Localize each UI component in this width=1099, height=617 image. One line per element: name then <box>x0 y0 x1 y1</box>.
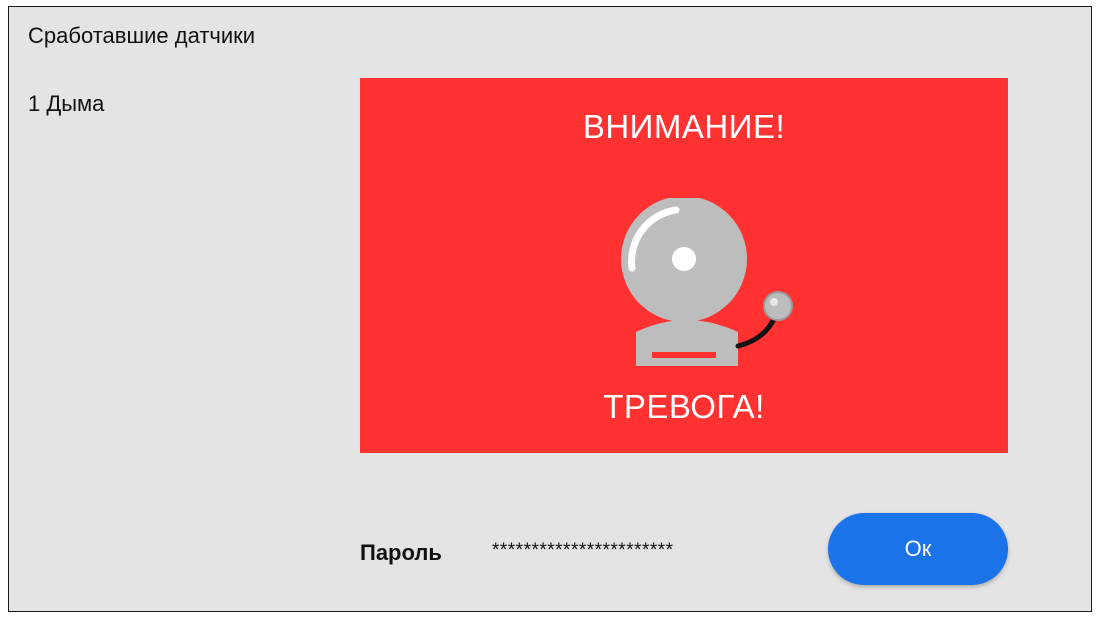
dialog-title: Сработавшие датчики <box>28 23 256 48</box>
ok-button[interactable]: Ок <box>828 513 1008 585</box>
alarm-dialog: Сработавшие датчики 1 Дыма ВНИМАНИЕ! ТРЕ… <box>8 6 1092 612</box>
alarm-footer-text: ТРЕВОГА! <box>603 388 765 425</box>
alarm-panel: ВНИМАНИЕ! ТРЕВОГА! <box>360 78 1008 453</box>
alarm-heading: ВНИМАНИЕ! <box>582 108 786 145</box>
password-field[interactable]: *********************** <box>492 540 674 562</box>
password-label: Пароль <box>360 540 442 565</box>
triggered-sensor-item: 1 Дыма <box>28 91 105 116</box>
